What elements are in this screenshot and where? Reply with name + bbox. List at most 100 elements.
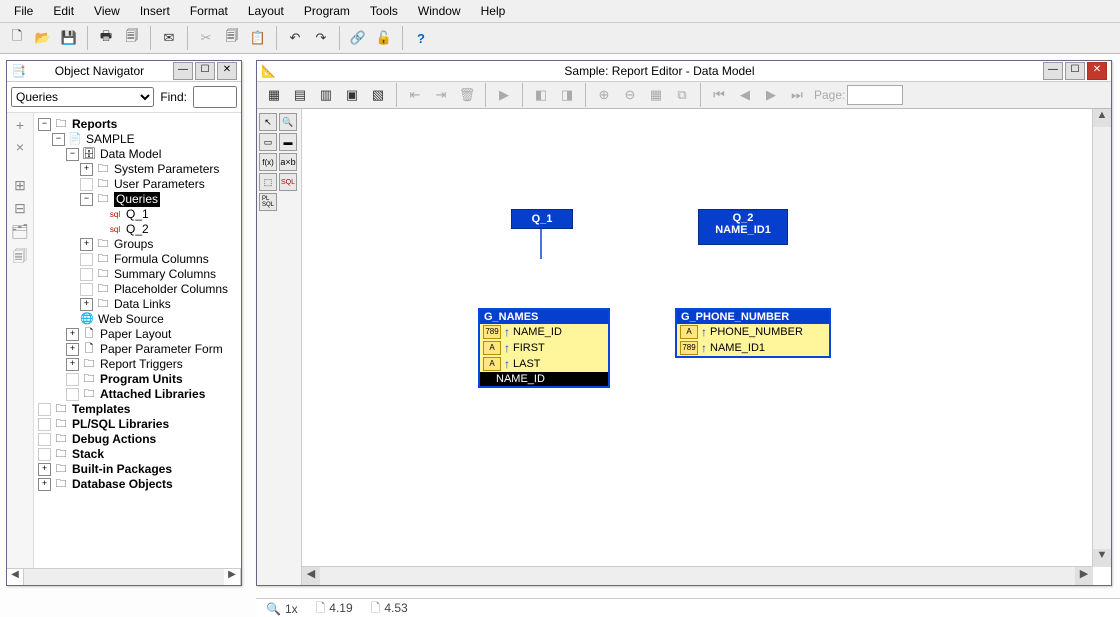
menu-layout[interactable]: Layout xyxy=(238,2,294,20)
column-last[interactable]: A↑LAST xyxy=(480,356,608,372)
menu-tools[interactable]: Tools xyxy=(360,2,408,20)
expander[interactable]: + xyxy=(38,463,51,476)
page-input[interactable] xyxy=(847,85,903,105)
scroll-left-icon[interactable]: ◀ xyxy=(302,567,320,585)
expander[interactable]: + xyxy=(66,343,79,356)
column-phone-number[interactable]: A↑PHONE_NUMBER xyxy=(677,324,829,340)
mail-icon[interactable]: ✉ xyxy=(157,26,181,50)
tree-summary[interactable]: Summary Columns xyxy=(114,267,216,282)
view-paperdesign-icon[interactable]: ▣ xyxy=(340,83,364,107)
copy-icon[interactable]: 🗐 xyxy=(220,26,244,50)
find-input[interactable] xyxy=(193,86,237,108)
tree-plsql[interactable]: PL/SQL Libraries xyxy=(72,417,169,432)
tree-sample[interactable]: SAMPLE xyxy=(86,132,135,147)
tree-debug[interactable]: Debug Actions xyxy=(72,432,156,447)
view-datamodel-icon[interactable]: ▦ xyxy=(262,83,286,107)
tree-sysparams[interactable]: System Parameters xyxy=(114,162,219,177)
column-name-id1[interactable]: 789↑NAME_ID1 xyxy=(677,340,829,356)
open-icon[interactable]: 📂 xyxy=(31,26,55,50)
undo-icon[interactable]: ↶ xyxy=(283,26,307,50)
close-button[interactable]: ✕ xyxy=(217,62,237,80)
tree-userparams[interactable]: User Parameters xyxy=(114,177,205,192)
nav-next-icon[interactable]: ▶ xyxy=(759,83,783,107)
new-icon[interactable]: 🗋 xyxy=(5,26,29,50)
sql-tool-icon[interactable]: SQL xyxy=(279,173,297,191)
expander[interactable]: − xyxy=(52,133,65,146)
tree-q1[interactable]: Q_1 xyxy=(126,207,149,222)
tree-datalinks[interactable]: Data Links xyxy=(114,297,171,312)
tree-placeholder[interactable]: Placeholder Columns xyxy=(114,282,228,297)
menu-format[interactable]: Format xyxy=(180,2,238,20)
maximize-button[interactable]: ☐ xyxy=(1065,62,1085,80)
summary-tool-icon[interactable]: a×b xyxy=(279,153,297,171)
grid-icon[interactable]: ▦ xyxy=(644,83,668,107)
object-tree[interactable]: −🗀Reports −📄SAMPLE −🗄Data Model +🗀System… xyxy=(34,113,241,568)
scroll-down-icon[interactable]: ▼ xyxy=(1093,549,1111,567)
scroll-right-icon[interactable]: ▶ xyxy=(224,569,241,585)
menu-program[interactable]: Program xyxy=(294,2,360,20)
column-name-id-link[interactable]: NAME_ID xyxy=(480,372,608,386)
align-left-icon[interactable]: ◧ xyxy=(529,83,553,107)
scroll-track[interactable] xyxy=(1093,127,1111,549)
expand-icon[interactable]: ⊞ xyxy=(14,177,26,194)
expander[interactable]: + xyxy=(80,238,93,251)
navigator-dropdown[interactable]: Queries xyxy=(11,87,154,107)
delete-icon[interactable]: 🗑 xyxy=(455,83,479,107)
tree-stack[interactable]: Stack xyxy=(72,447,104,462)
scroll-track[interactable] xyxy=(24,569,224,585)
group-g-names[interactable]: G_NAMES 789↑NAME_ID A↑FIRST A↑LAST NAME_… xyxy=(479,309,609,387)
tree-builtins[interactable]: Built-in Packages xyxy=(72,462,172,477)
tree-q2[interactable]: Q_2 xyxy=(126,222,149,237)
scroll-left-icon[interactable]: ◀ xyxy=(7,569,24,585)
formula-tool-icon[interactable]: f(x) xyxy=(259,153,277,171)
zoom-out-icon[interactable]: ⊖ xyxy=(618,83,642,107)
close-button[interactable]: ✕ xyxy=(1087,62,1107,80)
expander[interactable]: + xyxy=(80,163,93,176)
editor-titlebar[interactable]: 📐 Sample: Report Editor - Data Model — ☐… xyxy=(257,61,1111,82)
column-name-id[interactable]: 789↑NAME_ID xyxy=(480,324,608,340)
group-tool-icon[interactable]: ▬ xyxy=(279,133,297,151)
help-icon[interactable]: ? xyxy=(409,26,433,50)
expander[interactable]: − xyxy=(38,118,51,131)
cascade-icon[interactable]: 🗂 xyxy=(11,223,29,240)
view-paperlayout-icon[interactable]: ▥ xyxy=(314,83,338,107)
tree-progunits[interactable]: Program Units xyxy=(100,372,183,387)
query-q1[interactable]: Q_1 xyxy=(511,209,573,229)
menu-view[interactable]: View xyxy=(84,2,130,20)
tree-groups[interactable]: Groups xyxy=(114,237,153,252)
expander[interactable]: + xyxy=(66,358,79,371)
insert-left-icon[interactable]: ⇤ xyxy=(403,83,427,107)
placeholder-tool-icon[interactable]: ⬚ xyxy=(259,173,277,191)
menu-insert[interactable]: Insert xyxy=(130,2,180,20)
view-paperparam-icon[interactable]: ▧ xyxy=(366,83,390,107)
nav-first-icon[interactable]: ⏮ xyxy=(707,83,731,107)
scroll-right-icon[interactable]: ▶ xyxy=(1075,567,1093,585)
expander[interactable]: + xyxy=(66,328,79,341)
nav-last-icon[interactable]: ⏭ xyxy=(785,83,809,107)
tree-templates[interactable]: Templates xyxy=(72,402,130,417)
tree-dbobjects[interactable]: Database Objects xyxy=(72,477,173,492)
query-tool-icon[interactable]: ▭ xyxy=(259,133,277,151)
editor-scrollbar-v[interactable]: ▲ ▼ xyxy=(1092,109,1111,567)
maximize-button[interactable]: ☐ xyxy=(195,62,215,80)
menu-file[interactable]: File xyxy=(4,2,43,20)
magnify-tool-icon[interactable]: 🔍 xyxy=(279,113,297,131)
paste-icon[interactable]: 📋 xyxy=(246,26,270,50)
tree-triggers[interactable]: Report Triggers xyxy=(100,357,183,372)
menu-edit[interactable]: Edit xyxy=(43,2,84,20)
column-first[interactable]: A↑FIRST xyxy=(480,340,608,356)
run-icon[interactable]: ▶ xyxy=(492,83,516,107)
delete-icon[interactable]: × xyxy=(16,139,24,155)
align-right-icon[interactable]: ◨ xyxy=(555,83,579,107)
zoom-in-icon[interactable]: ⊕ xyxy=(592,83,616,107)
print-icon[interactable]: 🖶 xyxy=(94,26,118,50)
tree-paperlayout[interactable]: Paper Layout xyxy=(100,327,171,342)
tree-attached[interactable]: Attached Libraries xyxy=(100,387,205,402)
menu-help[interactable]: Help xyxy=(471,2,516,20)
group-g-phone-number[interactable]: G_PHONE_NUMBER A↑PHONE_NUMBER 789↑NAME_I… xyxy=(676,309,830,357)
cut-icon[interactable]: ✂ xyxy=(194,26,218,50)
disconnect-icon[interactable]: 🔓 xyxy=(372,26,396,50)
tree-queries[interactable]: Queries xyxy=(114,192,160,207)
nav-prev-icon[interactable]: ◀ xyxy=(733,83,757,107)
view-weblayout-icon[interactable]: ▤ xyxy=(288,83,312,107)
